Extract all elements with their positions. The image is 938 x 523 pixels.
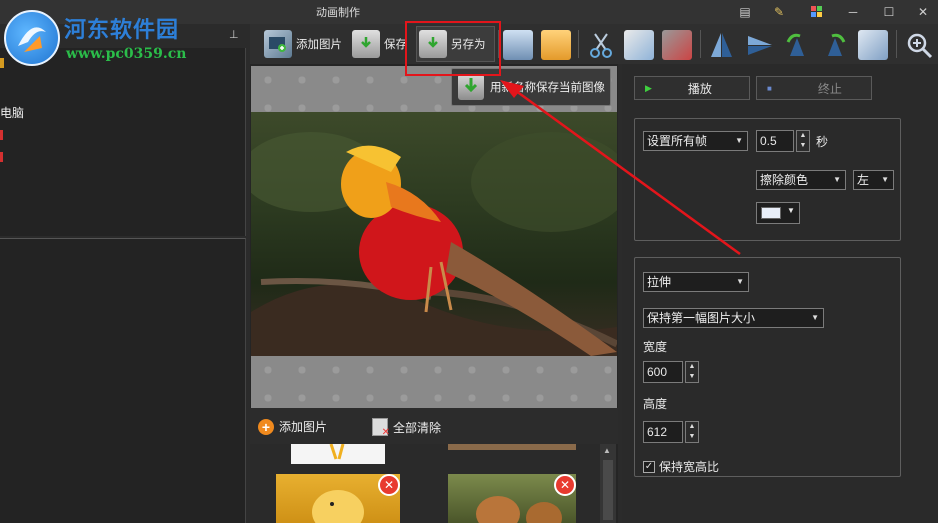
annotation-arrow: [500, 80, 741, 256]
